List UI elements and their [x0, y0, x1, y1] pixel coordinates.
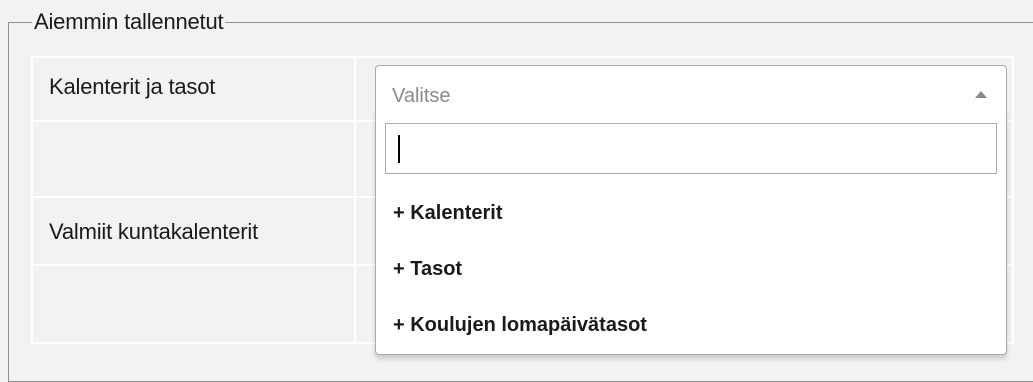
- option-school-holiday-layers[interactable]: + Koulujen lomapäivätasot: [393, 312, 647, 338]
- municipal-spacer-label-cell: [31, 264, 356, 344]
- option-calendars[interactable]: + Kalenterit: [393, 200, 502, 226]
- municipal-calendars-label: Valmiit kuntakalenterit: [49, 219, 258, 244]
- arrow-up-icon[interactable]: [975, 91, 987, 98]
- select-placeholder: Valitse: [392, 85, 451, 107]
- fieldset-legend: Aiemmin tallennetut: [32, 8, 226, 36]
- option-layers[interactable]: + Tasot: [393, 256, 462, 282]
- calendars-label: Kalenterit ja tasot: [49, 74, 216, 99]
- search-input[interactable]: [385, 123, 997, 174]
- text-caret: [398, 135, 400, 163]
- calendars-spacer-label-cell: [31, 120, 356, 198]
- select-dropdown: + Kalenterit + Tasot + Koulujen lomapäiv…: [375, 109, 1007, 355]
